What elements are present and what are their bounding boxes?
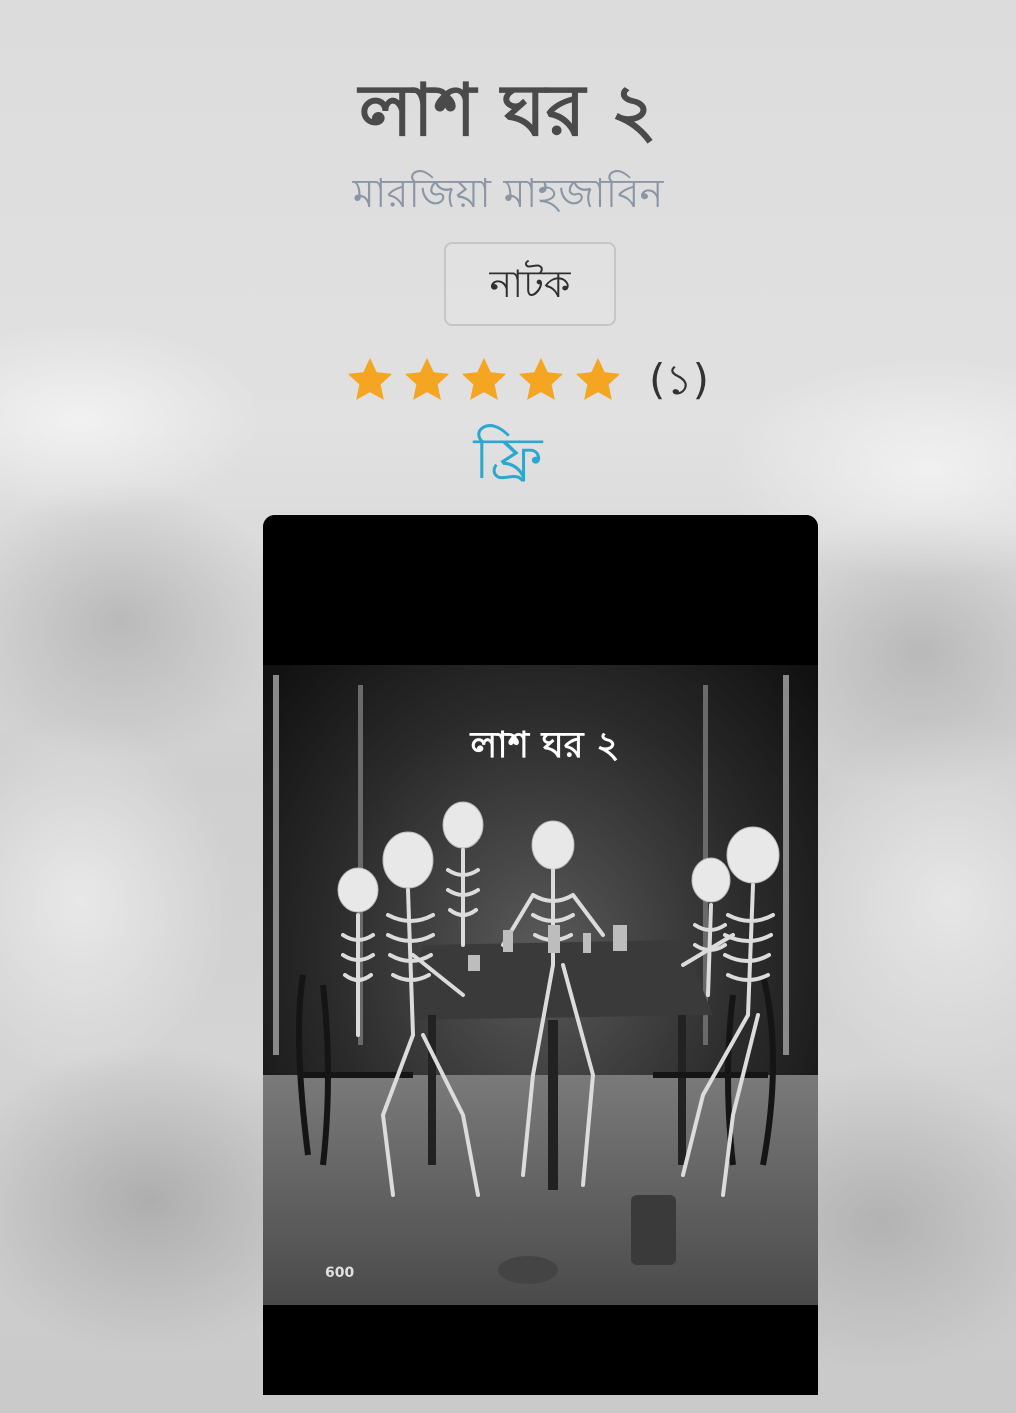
genre-tag-button[interactable]: নাটক — [444, 242, 616, 326]
cover-title-text: লাশ ঘর ২ — [468, 725, 619, 766]
star-icon — [347, 357, 393, 400]
book-author-link[interactable]: মারজিয়া মাহজাবিন — [0, 166, 1016, 222]
star-icon — [404, 357, 450, 400]
star-icon — [575, 357, 621, 400]
star-icon — [518, 357, 564, 400]
star-icon — [461, 357, 507, 400]
cover-artwork: লাশ ঘর ২ 600 — [263, 515, 818, 1395]
cover-corner-number: 600 — [325, 1265, 354, 1281]
book-title: লাশ ঘর ২ — [358, 68, 658, 152]
price-label: ফ্রি — [473, 424, 543, 492]
rating-count: (১) — [649, 355, 710, 404]
book-cover-image[interactable]: লাশ ঘর ২ 600 — [263, 515, 818, 1395]
rating-row[interactable]: (১) — [344, 350, 724, 410]
